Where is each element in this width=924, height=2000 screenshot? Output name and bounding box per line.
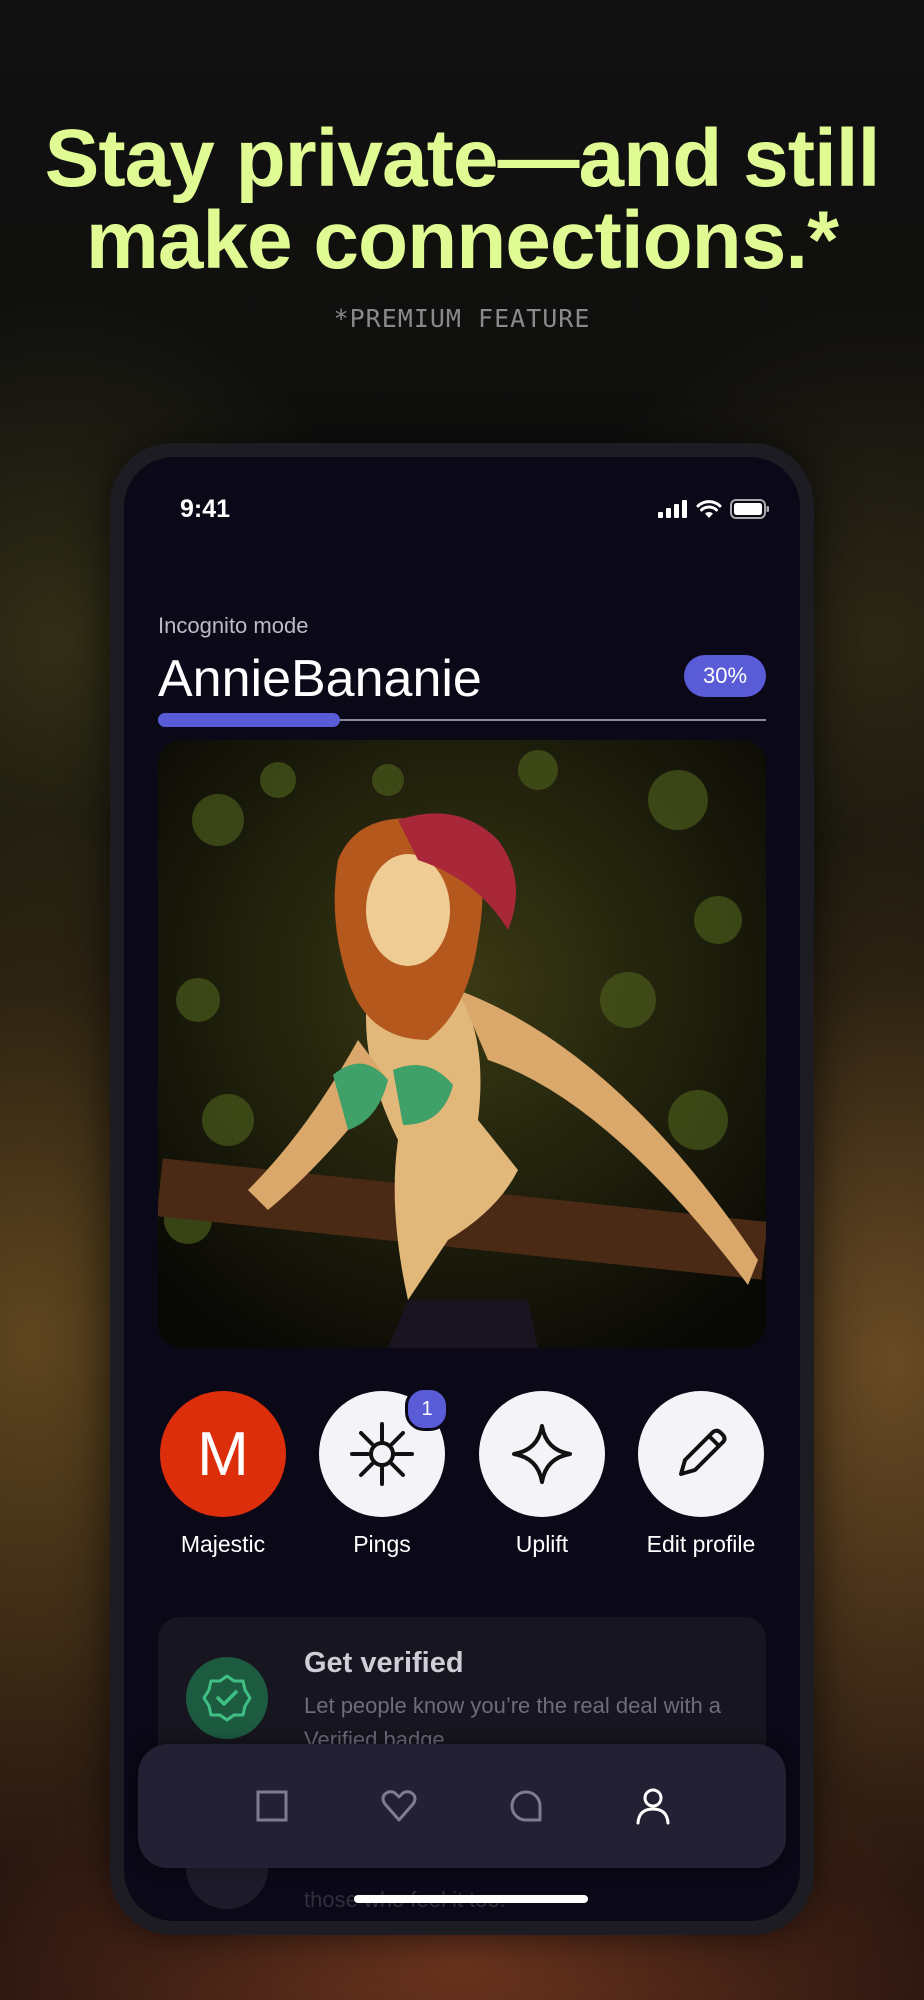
sun-ping-icon [350,1422,414,1486]
verified-badge-icon [186,1657,268,1739]
edit-profile-action[interactable]: Edit profile [636,1391,766,1558]
edit-profile-button[interactable] [638,1391,764,1517]
pencil-icon [679,1428,727,1476]
home-indicator[interactable] [354,1895,588,1903]
profile-person-icon [636,1788,669,1825]
majestic-label: Majestic [180,1531,266,1557]
pings-action[interactable]: 1 Pings [317,1387,449,1558]
phone-screen: 9:41 Incognito mode AnnieBananie 30% M M… [124,457,800,1921]
pings-notification-badge: 1 [405,1387,449,1431]
status-icons [658,499,770,519]
promo-footnote: *PREMIUM FEATURE [333,304,591,333]
majestic-m-icon[interactable]: M [160,1391,286,1517]
profile-photo[interactable] [158,740,766,1348]
tab-discover[interactable] [244,1778,300,1834]
get-verified-title: Get verified [304,1647,464,1679]
sparkle-icon [512,1424,572,1484]
profile-completion-track [158,713,766,727]
profile-username: AnnieBananie [158,650,482,708]
discover-square-icon [256,1790,287,1822]
promo-headline: Stay private—and still make connections.… [44,113,881,286]
status-time: 9:41 [180,495,231,523]
tab-likes[interactable] [371,1778,427,1834]
uplift-action[interactable]: Uplift [477,1391,607,1558]
uplift-label: Uplift [515,1531,569,1557]
profile-photo-illustration [158,740,766,1348]
pings-label: Pings [353,1531,411,1557]
likes-heart-icon [381,1790,416,1822]
incognito-mode-label: Incognito mode [158,613,309,638]
majestic-glyph: M [197,1419,249,1489]
pings-button[interactable]: 1 [319,1387,449,1517]
cellular-signal-icon [658,500,687,518]
tab-profile[interactable] [625,1778,681,1834]
wifi-icon [696,499,722,518]
uplift-button[interactable] [479,1391,605,1517]
profile-completion-fill [158,713,341,727]
battery-icon [730,499,769,519]
phone-frame: 9:41 Incognito mode AnnieBananie 30% M M… [110,443,814,1935]
bottom-tab-bar [138,1744,786,1868]
profile-completion-badge: 30% [684,655,766,697]
action-row: M Majestic 1 Pings Uplift Edit profile [158,1387,766,1581]
majestic-action[interactable]: M Majestic [158,1391,288,1558]
chat-bubble-icon [510,1790,541,1822]
edit-profile-label: Edit profile [646,1531,756,1557]
tab-chat[interactable] [498,1778,554,1834]
